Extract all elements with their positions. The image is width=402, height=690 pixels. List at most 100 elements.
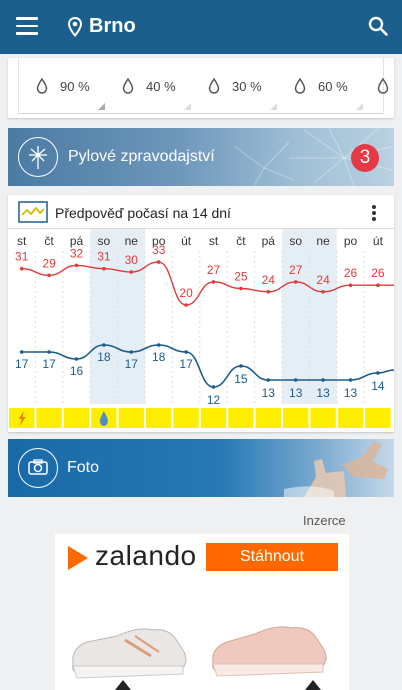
high-temp-point <box>129 270 134 274</box>
precip-value: 40 % <box>146 79 176 94</box>
day-label: st <box>209 234 219 248</box>
day-label: pá <box>262 234 276 248</box>
ad-shoes-image <box>72 626 327 690</box>
low-temp-label: 17 <box>125 357 139 371</box>
forecast-card[interactable]: Předpověď počasí na 14 dní st čt pá so ne po ú… <box>8 195 394 432</box>
raindrop-icon <box>294 78 306 94</box>
low-temp-label: 17 <box>179 357 193 371</box>
low-temp-point <box>266 378 271 382</box>
low-temp-point <box>321 378 325 382</box>
precipitation-card: 90 % 40 % 30 % 60 % <box>8 58 394 118</box>
precip-value: 90 % <box>60 79 90 94</box>
precip-cell: 60 % <box>277 58 363 114</box>
low-temp-label: 17 <box>42 357 56 371</box>
high-temp-point <box>184 303 188 307</box>
weather-cell <box>118 408 144 428</box>
weather-cell <box>173 408 199 428</box>
precip-cell: 30 % <box>191 58 277 114</box>
precipitation-strip[interactable]: 90 % 40 % 30 % 60 % <box>18 58 389 114</box>
low-temp-point <box>47 350 51 354</box>
high-temp-point <box>47 273 51 278</box>
low-temp-label: 13 <box>289 386 303 400</box>
low-temp-label: 18 <box>152 350 166 364</box>
high-temp-label: 33 <box>152 243 166 257</box>
high-temp-label: 24 <box>262 273 276 287</box>
photo-card[interactable]: Foto <box>8 439 394 497</box>
high-temp-point <box>239 286 243 291</box>
low-temp-label: 13 <box>344 386 358 400</box>
low-temp-label: 16 <box>70 364 84 378</box>
raindrop-icon <box>208 78 220 94</box>
low-temp-point <box>239 364 243 368</box>
high-temp-point <box>211 280 216 284</box>
city-name[interactable]: Brno <box>89 15 136 38</box>
low-temp-point <box>19 350 24 354</box>
photo-title: Foto <box>67 459 100 476</box>
ad-banner[interactable]: zalando Stáhnout <box>55 534 349 690</box>
low-temp-label: 13 <box>316 386 330 400</box>
weekend-column <box>309 229 337 404</box>
corner-marker <box>270 103 277 110</box>
corner-marker <box>356 103 363 110</box>
camera-icon <box>28 459 48 475</box>
ad-label: Inzerce <box>303 513 346 528</box>
day-label: út <box>373 234 384 248</box>
dandelion-icon-circle <box>18 137 58 177</box>
weather-cell <box>255 408 281 428</box>
low-temp-point <box>376 371 380 375</box>
more-vert-icon[interactable] <box>370 205 378 223</box>
ad-brand: zalando <box>95 540 197 571</box>
chart-icon <box>18 201 48 223</box>
corner-marker <box>184 103 191 110</box>
ad-download-button[interactable]: Stáhnout <box>206 543 338 571</box>
weather-cell <box>146 408 172 428</box>
raindrop-icon <box>377 78 389 94</box>
high-temp-point <box>321 290 325 294</box>
weekend-column <box>282 229 310 404</box>
menu-icon[interactable] <box>16 17 38 35</box>
low-temp-label: 18 <box>97 350 111 364</box>
search-icon[interactable] <box>368 16 388 36</box>
high-temp-label: 27 <box>289 263 303 277</box>
high-temp-label: 31 <box>97 250 111 264</box>
high-temp-label: 25 <box>234 270 248 284</box>
weather-cell <box>283 408 309 428</box>
high-temp-point <box>266 290 271 294</box>
low-temp-point <box>293 378 298 382</box>
high-temp-label: 26 <box>371 266 385 280</box>
high-temp-point <box>156 260 161 264</box>
high-temp-label: 29 <box>42 256 56 270</box>
pollen-news-card[interactable]: Pylové zpravodajství 3 <box>8 128 394 186</box>
low-temp-point <box>348 378 353 382</box>
high-temp-label: 31 <box>15 250 29 264</box>
weather-cell <box>36 408 62 428</box>
high-temp-label: 27 <box>207 263 221 277</box>
high-temp-label: 32 <box>70 246 84 260</box>
forecast-title: Předpověď počasí na 14 dní <box>55 205 231 221</box>
day-label: ne <box>125 234 139 248</box>
precip-cell: 40 % <box>105 58 191 114</box>
low-temp-point <box>211 385 216 389</box>
corner-marker <box>98 103 105 110</box>
weather-cell <box>228 408 254 428</box>
high-temp-label: 30 <box>125 253 139 267</box>
raindrop-icon <box>36 78 48 94</box>
precip-cell <box>363 58 389 114</box>
day-label: so <box>289 234 302 248</box>
high-temp-label: 20 <box>179 286 193 300</box>
high-temp-point <box>19 266 24 271</box>
raindrop-icon <box>122 78 134 94</box>
day-label: čt <box>236 234 246 248</box>
precip-value: 60 % <box>318 79 348 94</box>
low-temp-label: 14 <box>371 379 385 393</box>
day-label: ne <box>316 234 330 248</box>
day-label: st <box>17 234 27 248</box>
forecast-header: Předpověď počasí na 14 dní <box>8 195 394 229</box>
low-temp-label: 15 <box>234 372 248 386</box>
low-temp-label: 13 <box>262 386 276 400</box>
weather-cell <box>63 408 90 428</box>
dandelion-icon <box>28 145 47 169</box>
zalando-logo-icon <box>68 546 88 570</box>
low-temp-point <box>184 350 188 354</box>
forecast-chart: st čt pá so ne po út st čt pá so ne po út31 2932 31 3033… <box>9 229 394 428</box>
